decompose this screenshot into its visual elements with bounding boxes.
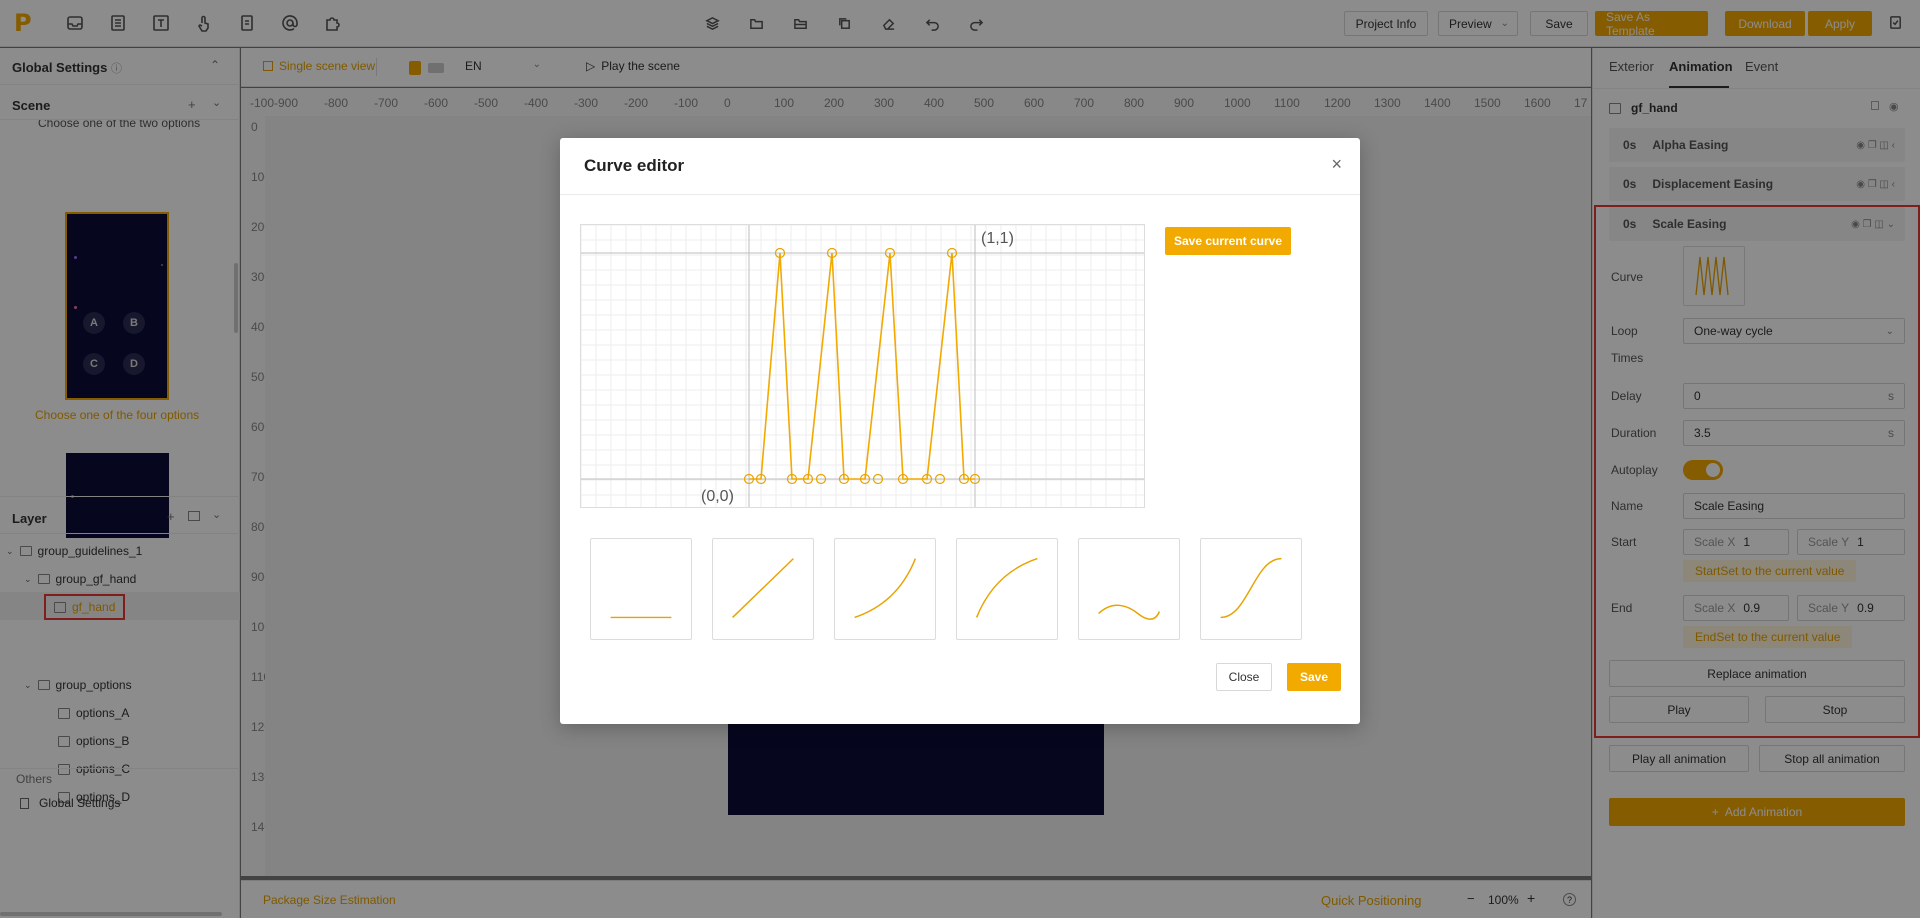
curve-editor-dialog: Curve editor × (0,0) (1,1) Save current c… xyxy=(560,138,1360,724)
preset-curve-ease-out[interactable] xyxy=(956,538,1058,640)
save-button[interactable]: Save xyxy=(1287,663,1341,691)
divider xyxy=(560,194,1360,195)
curve-editor-canvas[interactable]: (0,0) (1,1) xyxy=(580,224,1145,508)
curve-grid[interactable]: (0,0) (1,1) xyxy=(580,224,1144,507)
preset-curve-ease-in[interactable] xyxy=(834,538,936,640)
end-label: (1,1) xyxy=(981,230,1014,247)
save-current-curve-button[interactable]: Save current curve xyxy=(1165,227,1291,255)
preset-curve-wave[interactable] xyxy=(1078,538,1180,640)
close-icon[interactable]: × xyxy=(1331,154,1342,175)
preset-curve-flat[interactable] xyxy=(590,538,692,640)
dialog-title: Curve editor xyxy=(584,156,685,175)
preset-curve-ease-in-out[interactable] xyxy=(1200,538,1302,640)
preset-curve-linear[interactable] xyxy=(712,538,814,640)
close-button[interactable]: Close xyxy=(1216,663,1272,691)
origin-label: (0,0) xyxy=(701,488,734,505)
